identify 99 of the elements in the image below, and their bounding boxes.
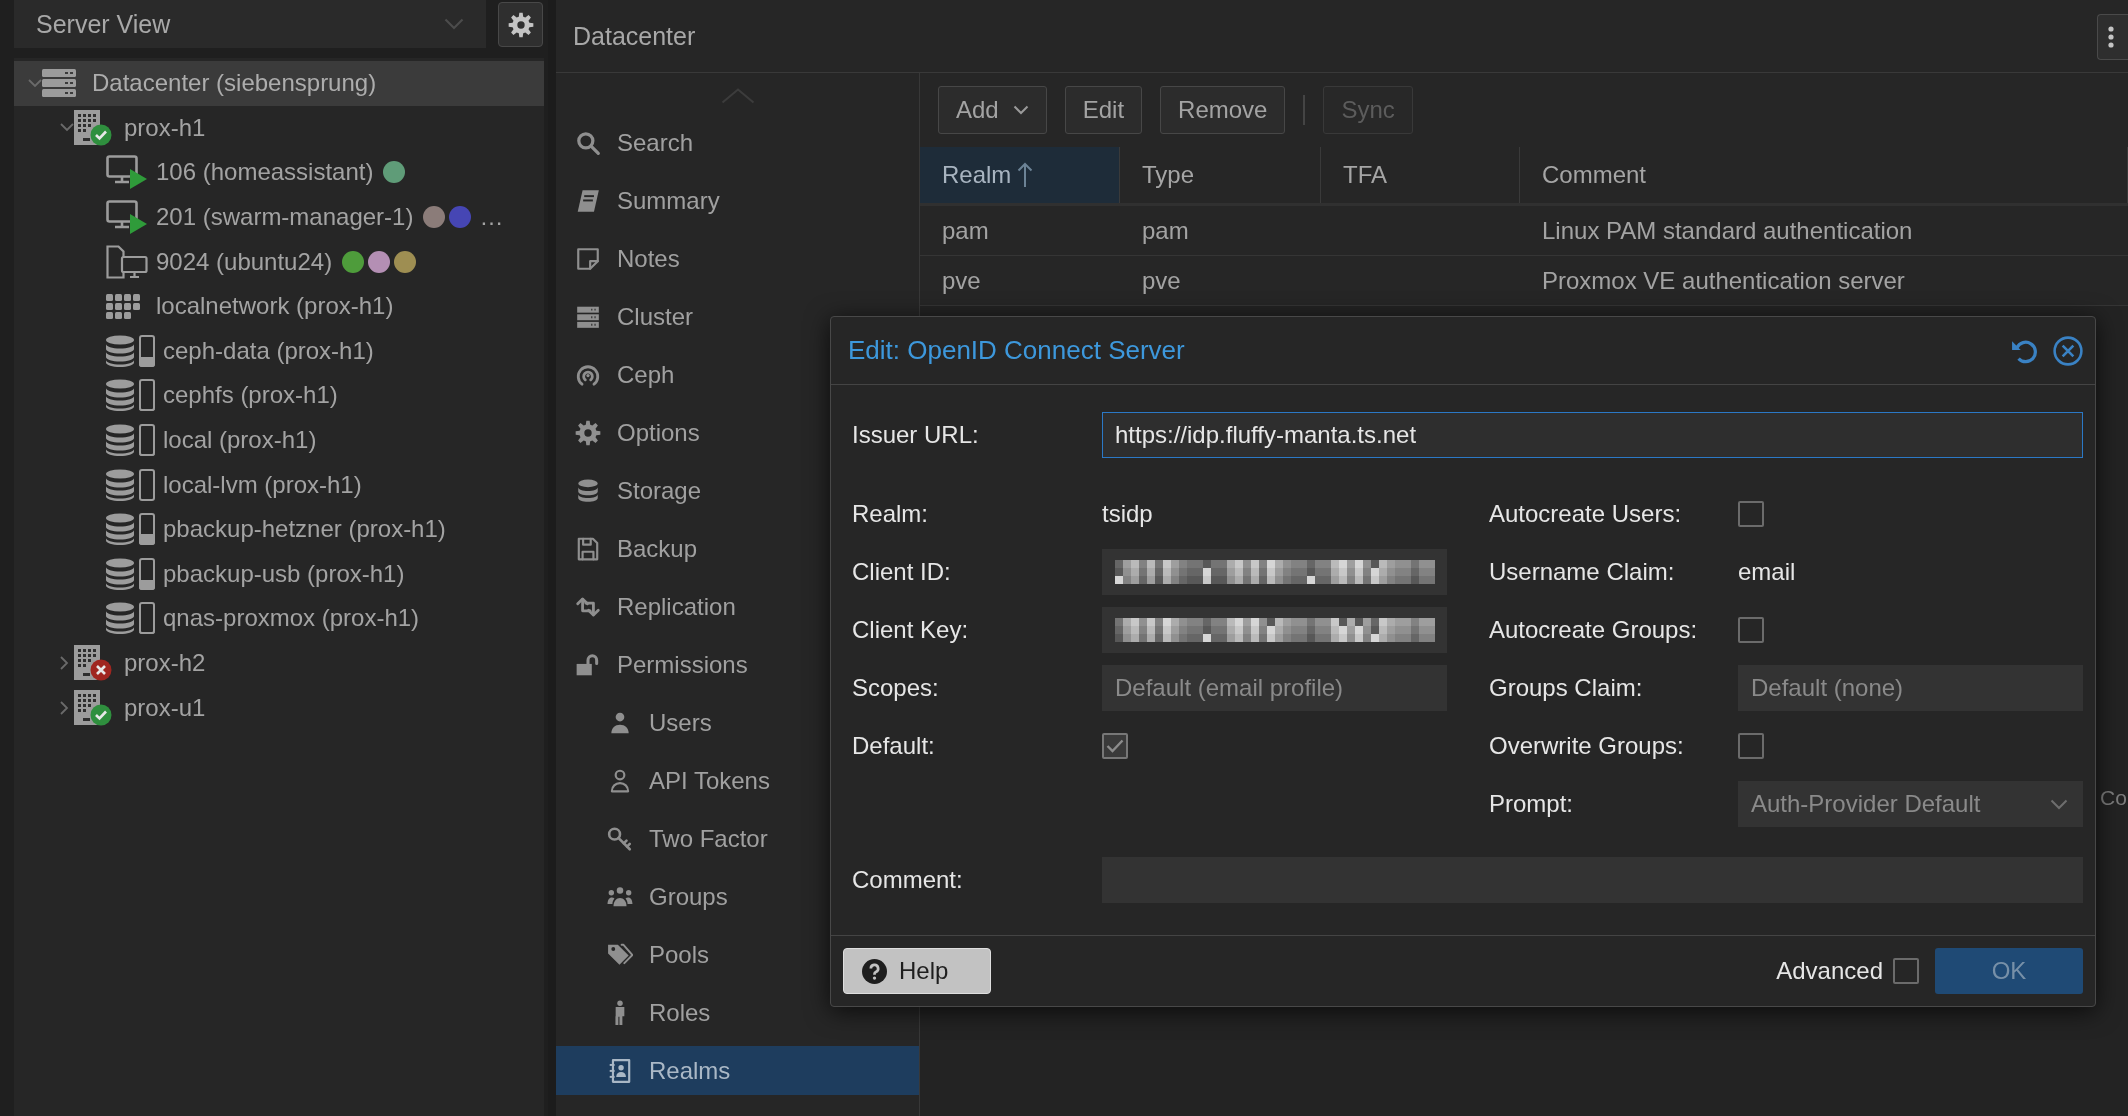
settings-icon <box>575 419 601 446</box>
caret-right-icon[interactable] <box>60 700 69 715</box>
tree-item[interactable]: prox-h1 <box>14 105 544 151</box>
field-label: Advanced <box>1776 957 1883 985</box>
tree-item[interactable]: Datacenter (siebensprung) <box>14 61 544 106</box>
grid-icon <box>106 293 140 319</box>
toolbar-button[interactable]: Remove <box>1160 86 1286 134</box>
more-button[interactable] <box>2097 14 2128 60</box>
caret-down-icon[interactable] <box>28 78 42 88</box>
page-title: Datacenter <box>573 21 696 51</box>
database-icon <box>106 424 134 457</box>
tree-item[interactable]: 106 (homeassistant) <box>14 150 544 195</box>
checkbox[interactable] <box>1893 958 1919 984</box>
nav-item[interactable]: Search <box>556 118 919 167</box>
checkbox[interactable] <box>1738 617 1764 643</box>
tree-item[interactable]: localnetwork (prox-h1) <box>14 283 544 329</box>
field-value: tsidp <box>1102 500 1153 528</box>
tree-item[interactable]: qnas-proxmox (prox-h1) <box>14 596 544 641</box>
search-icon <box>575 129 601 156</box>
database-icon <box>106 602 134 635</box>
nav-item[interactable]: Realms <box>556 1046 919 1095</box>
help-icon <box>862 958 887 984</box>
tree-item[interactable]: pbackup-usb (prox-h1) <box>14 551 544 597</box>
tree-item[interactable]: cephfs (prox-h1) <box>14 373 544 418</box>
field-label: Issuer URL: <box>852 421 980 449</box>
column-header[interactable]: Realm <box>920 147 1120 203</box>
field-label: Comment: <box>852 866 964 894</box>
tree-item[interactable]: local-lvm (prox-h1) <box>14 462 544 507</box>
nav-item[interactable]: Notes <box>556 234 919 283</box>
tree-item[interactable]: local (prox-h1) <box>14 417 544 463</box>
book-icon <box>575 187 601 214</box>
usage-meter <box>139 468 155 501</box>
database-icon <box>106 334 134 367</box>
select-field[interactable]: Auth-Provider Default <box>1738 781 2083 827</box>
checkbox[interactable] <box>1102 733 1128 759</box>
tree-item[interactable]: 201 (swarm-manager-1) … <box>14 194 544 240</box>
view-select[interactable]: Server View <box>14 0 486 48</box>
field-label: Username Claim: <box>1489 558 1676 586</box>
table-cell: pam <box>942 216 989 245</box>
note-icon <box>575 245 601 272</box>
close-icon[interactable] <box>2053 335 2083 366</box>
issuer-url-input[interactable]: https://idp.fluffy-manta.ts.net <box>1102 412 2083 458</box>
caret-down-icon <box>444 18 464 30</box>
add-menu-button[interactable]: Add <box>938 86 1047 134</box>
table-cell: pve <box>942 266 981 295</box>
database-icon <box>106 379 134 412</box>
toolbar-button[interactable]: Edit <box>1064 86 1143 134</box>
field-label: Client ID: <box>852 558 952 586</box>
column-header[interactable]: TFA <box>1321 147 1520 203</box>
nav-item[interactable]: Two Factor <box>556 814 919 863</box>
checkbox[interactable] <box>1738 733 1764 759</box>
field-label: Client Key: <box>852 616 970 644</box>
table-cell: pve <box>1142 266 1181 295</box>
field-label: Autocreate Users: <box>1489 500 1683 528</box>
settings-icon <box>507 11 534 38</box>
checkmark-icon <box>1106 739 1124 753</box>
tree-item[interactable]: prox-h2 <box>14 640 544 686</box>
checkbox[interactable] <box>1738 501 1764 527</box>
caret-down-icon <box>2050 799 2068 810</box>
input-field[interactable] <box>1102 549 1447 595</box>
unlock-icon <box>575 651 601 678</box>
field-label: Overwrite Groups: <box>1489 732 1685 760</box>
caret-down-icon <box>1012 105 1029 115</box>
caret-down-icon[interactable] <box>60 123 74 133</box>
nav-item[interactable]: Summary <box>556 176 919 225</box>
field-label: Scopes: <box>852 674 940 702</box>
floppy-icon <box>575 535 601 562</box>
text-fragment: Co <box>2100 786 2127 810</box>
tree-item[interactable]: pbackup-hetzner (prox-h1) <box>14 506 544 552</box>
more-icon <box>2108 26 2114 48</box>
input-field[interactable]: Default (none) <box>1738 665 2083 711</box>
input-field[interactable] <box>1102 607 1447 653</box>
arrow-up-icon <box>1017 162 1034 188</box>
tags-icon <box>607 941 633 968</box>
document-monitor-icon <box>106 244 148 279</box>
column-header[interactable]: Type <box>1120 147 1321 203</box>
field-label: Realm: <box>852 500 930 528</box>
database-icon <box>575 477 601 504</box>
input-field[interactable]: Default (email profile) <box>1102 665 1447 711</box>
field-label: Groups Claim: <box>1489 674 1644 702</box>
database-icon <box>106 513 134 546</box>
database-icon <box>106 557 134 590</box>
tree-item[interactable]: 9024 (ubuntu24) <box>14 239 544 284</box>
key-icon <box>607 825 633 852</box>
settings-button[interactable] <box>498 2 543 47</box>
address-book-icon <box>607 1057 633 1084</box>
field-label: Prompt: <box>1489 790 1575 818</box>
tree-item[interactable]: ceph-data (prox-h1) <box>14 328 544 374</box>
field-label: Autocreate Groups: <box>1489 616 1699 644</box>
table-cell: pam <box>1142 216 1189 245</box>
caret-right-icon[interactable] <box>60 656 69 670</box>
table-cell: Linux PAM standard authentication <box>1542 216 1913 245</box>
table-cell: Proxmox VE authentication server <box>1542 266 1905 295</box>
help-button[interactable]: Help <box>843 948 991 994</box>
tree-item[interactable]: prox-u1 <box>14 685 544 730</box>
column-header[interactable]: Comment <box>1520 147 2128 203</box>
server-stack-icon <box>42 69 76 98</box>
database-icon <box>106 468 134 501</box>
field-value: email <box>1738 558 1796 586</box>
